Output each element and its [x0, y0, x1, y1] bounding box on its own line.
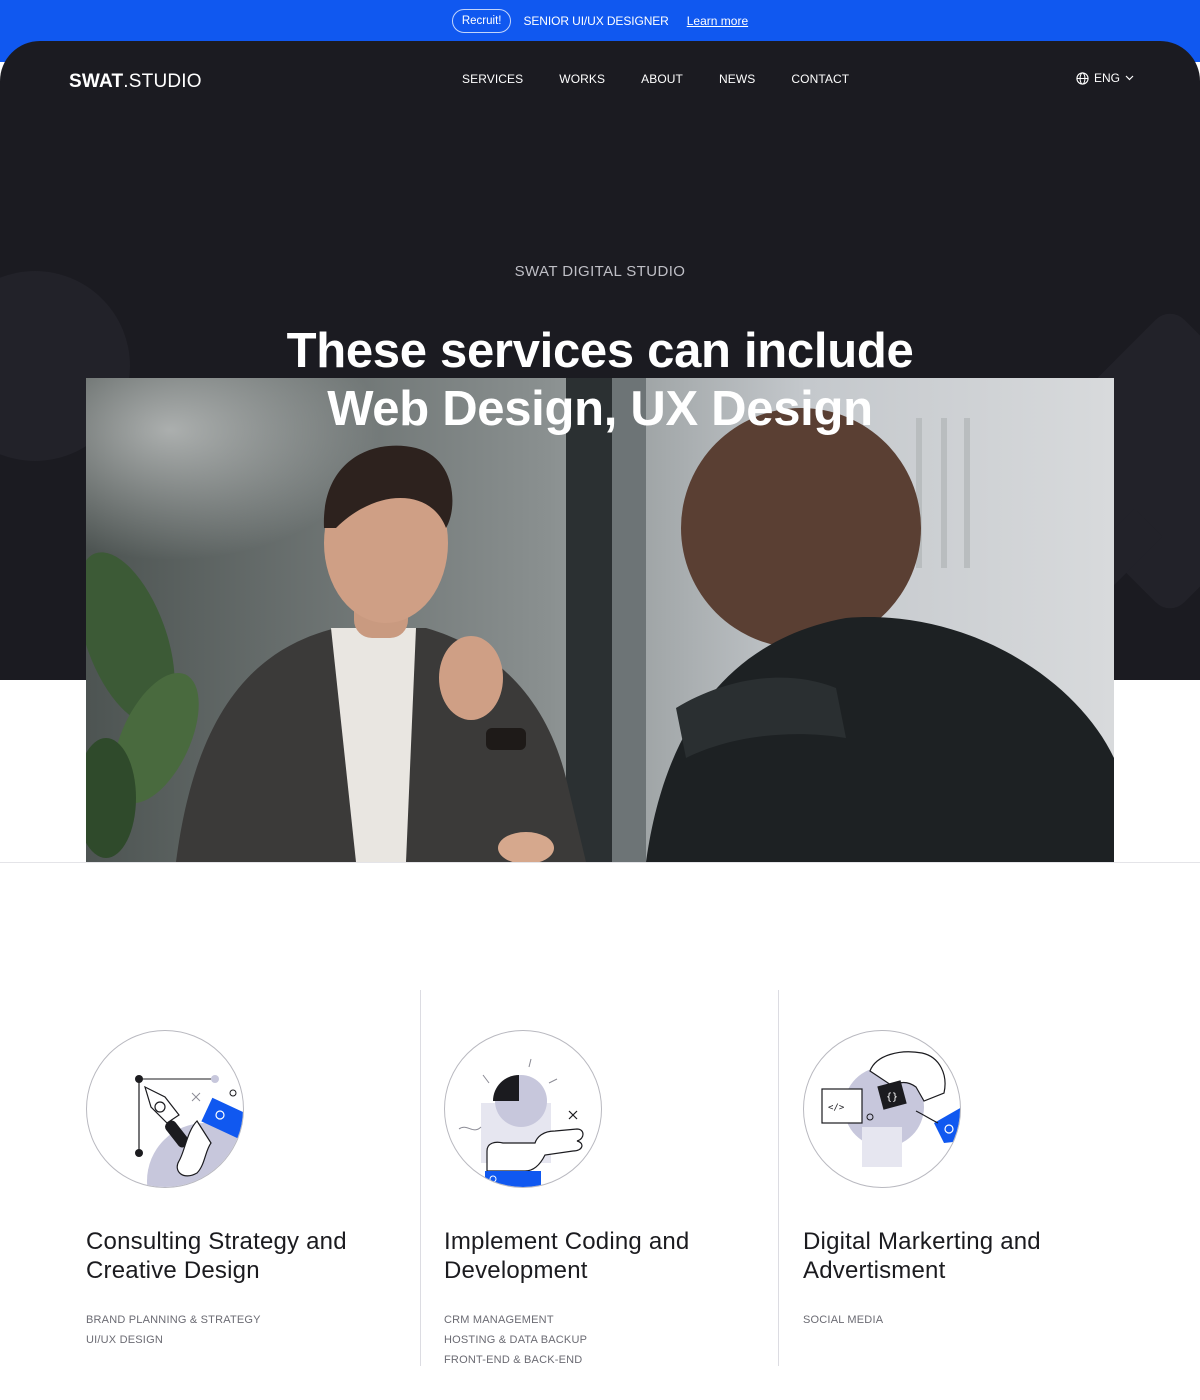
nav-item-works[interactable]: WORKS [559, 72, 605, 86]
hand-chart-icon [444, 1030, 602, 1188]
service-item-list: BRAND PLANNING & STRATEGY UI/UX DESIGN [86, 1310, 406, 1350]
svg-text:{}: {} [886, 1092, 898, 1103]
service-title-line: Advertisment [803, 1257, 946, 1284]
service-item: SOCIAL MEDIA [803, 1314, 884, 1326]
service-title-line: Consulting Strategy and [86, 1228, 347, 1255]
recruit-badge[interactable]: Recruit! [451, 9, 512, 33]
nav-menu: SERVICES WORKS ABOUT NEWS CONTACT [462, 72, 885, 86]
service-title: Implement Coding and Development [444, 1227, 764, 1285]
service-title-line: Digital Markerting and [803, 1228, 1041, 1255]
nav-item-news[interactable]: NEWS [719, 72, 755, 86]
chevron-down-icon [1125, 75, 1134, 81]
service-title-line: Development [444, 1257, 588, 1284]
nav-item-services[interactable]: SERVICES [462, 72, 523, 86]
section-divider [0, 862, 1200, 863]
service-item: UI/UX DESIGN [86, 1334, 163, 1346]
announcement-content: Recruit! SENIOR UI/UX DESIGNER Learn mor… [0, 9, 1200, 33]
service-title-line: Implement Coding and [444, 1228, 690, 1255]
nav-item-contact[interactable]: CONTACT [791, 72, 849, 86]
column-divider [778, 990, 779, 1366]
service-title: Consulting Strategy and Creative Design [86, 1227, 406, 1285]
service-item-list: CRM MANAGEMENT HOSTING & DATA BACKUP FRO… [444, 1310, 764, 1370]
language-label: ENG [1094, 71, 1121, 85]
service-card-development[interactable]: Implement Coding and Development CRM MAN… [444, 1030, 764, 1370]
headline-line-2: Web Design, UX Design [327, 382, 873, 436]
service-item: FRONT-END & BACK-END [444, 1354, 583, 1366]
service-item: HOSTING & DATA BACKUP [444, 1334, 588, 1346]
hero-headline: These services can include Web Design, U… [0, 322, 1200, 438]
service-title: Digital Markerting and Advertisment [803, 1227, 1123, 1285]
globe-icon [1076, 71, 1089, 85]
learn-more-link[interactable]: Learn more [687, 14, 748, 28]
service-card-consulting[interactable]: Consulting Strategy and Creative Design … [86, 1030, 406, 1350]
announcement-text: SENIOR UI/UX DESIGNER [523, 14, 669, 28]
svg-text:</>: </> [828, 1103, 845, 1113]
language-selector[interactable]: ENG [1076, 71, 1134, 85]
nav-item-about[interactable]: ABOUT [641, 72, 683, 86]
headline-line-1: These services can include [286, 324, 914, 378]
hero-photo [86, 378, 1114, 862]
service-item: CRM MANAGEMENT [444, 1314, 554, 1326]
logo-bold: SWAT [69, 71, 124, 92]
service-card-marketing[interactable]: </> {} Digital Markerting and Advertisme… [803, 1030, 1123, 1330]
code-block-icon: </> {} [803, 1030, 961, 1188]
service-item-list: SOCIAL MEDIA [803, 1310, 1123, 1330]
column-divider [420, 990, 421, 1366]
service-item: BRAND PLANNING & STRATEGY [86, 1314, 261, 1326]
design-pen-icon [86, 1030, 244, 1188]
main-nav: SWAT.STUDIO SERVICES WORKS ABOUT NEWS CO… [0, 41, 1200, 121]
service-title-line: Creative Design [86, 1257, 260, 1284]
logo-light: .STUDIO [123, 71, 202, 92]
site-logo[interactable]: SWAT.STUDIO [69, 71, 202, 93]
hero-eyebrow: SWAT DIGITAL STUDIO [514, 263, 686, 280]
